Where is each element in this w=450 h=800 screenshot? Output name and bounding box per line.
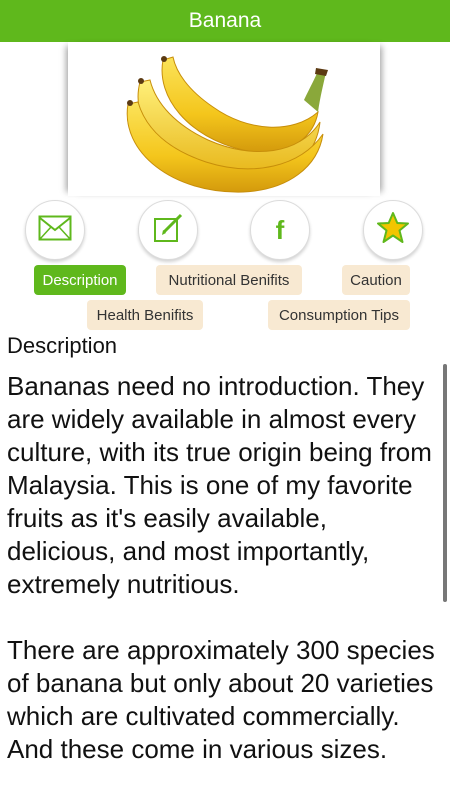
mail-button[interactable] [25, 200, 85, 260]
edit-button[interactable] [138, 200, 198, 260]
page-title: Banana [188, 9, 262, 32]
star-icon [376, 211, 410, 249]
favorite-button[interactable] [363, 200, 423, 260]
description-paragraph: Bananas need no introduction. They are w… [7, 371, 432, 599]
mail-icon [38, 215, 72, 245]
tab-caution[interactable]: Caution [342, 265, 410, 295]
facebook-button[interactable]: f [250, 200, 310, 260]
section-title: Description [7, 333, 118, 358]
action-icon-row: f [0, 200, 450, 262]
scrollbar[interactable] [443, 364, 447, 602]
edit-icon [152, 212, 184, 248]
description-content[interactable]: Bananas need no introduction. They are w… [7, 370, 437, 800]
banana-image [68, 42, 380, 196]
app-header: Banana [0, 0, 450, 42]
description-paragraph: There are approximately 300 species of b… [7, 635, 435, 764]
tab-health-benifits[interactable]: Health Benifits [87, 300, 203, 330]
tab-description[interactable]: Description [34, 265, 126, 295]
facebook-icon: f [275, 215, 285, 245]
tab-consumption-tips[interactable]: Consumption Tips [268, 300, 410, 330]
tab-nutritional-benifits[interactable]: Nutritional Benifits [156, 265, 302, 295]
